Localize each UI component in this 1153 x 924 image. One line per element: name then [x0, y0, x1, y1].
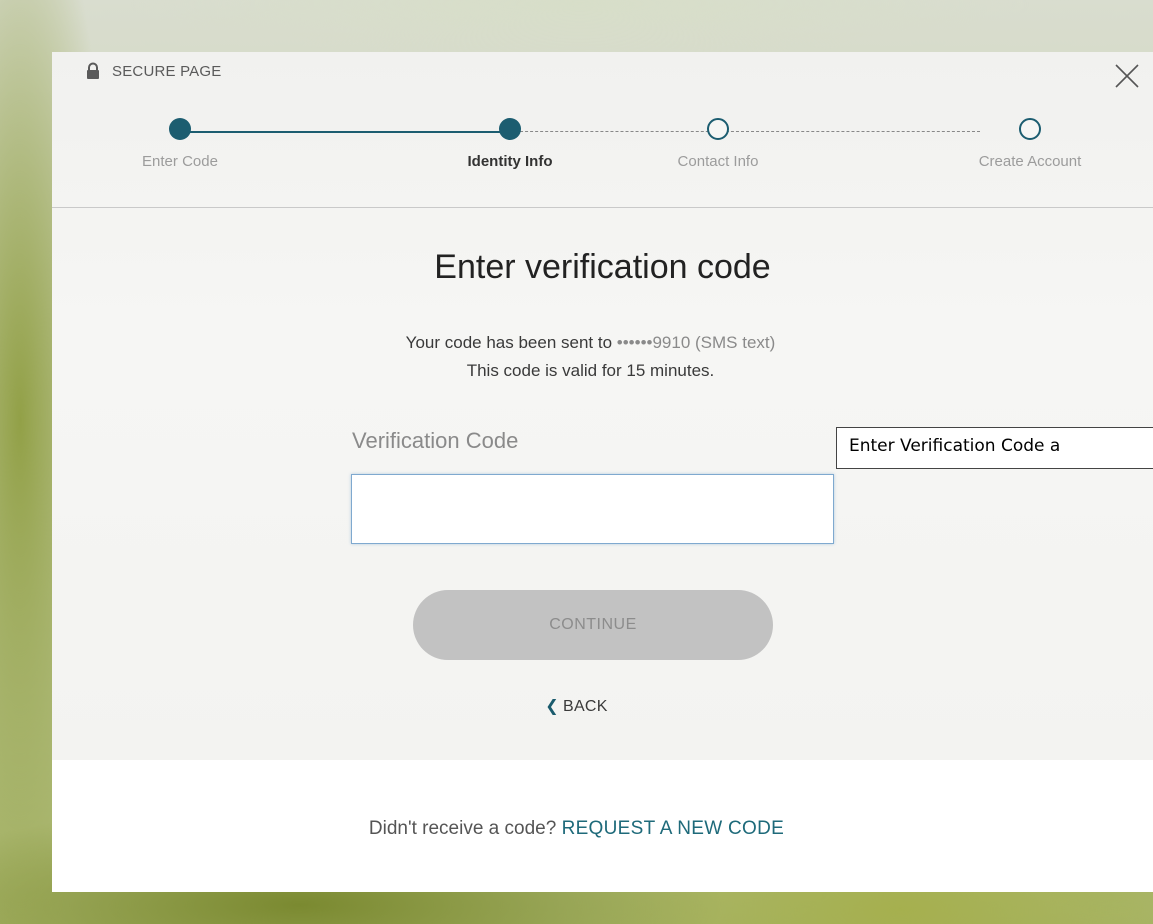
request-new-code-link[interactable]: REQUEST A NEW CODE: [562, 818, 785, 839]
verification-dialog: SECURE PAGE Enter Code Identity Info Con…: [52, 52, 1153, 892]
step-label: Enter Code: [142, 153, 218, 170]
secure-page-indicator: SECURE PAGE: [84, 62, 221, 80]
step-identity-info: Identity Info: [435, 118, 585, 170]
annotation-callout: Enter Verification Code a: [836, 427, 1153, 469]
secure-page-label: SECURE PAGE: [112, 62, 222, 80]
step-enter-code: Enter Code: [105, 118, 255, 170]
masked-phone-number: ••••••9910 (SMS text): [616, 333, 776, 352]
verification-code-label: Verification Code: [352, 428, 519, 453]
lock-icon: [84, 62, 102, 80]
stepper-divider: [52, 207, 1153, 208]
step-contact-info: Contact Info: [643, 118, 793, 170]
code-sent-message: Your code has been sent to ••••••9910 (S…: [40, 333, 1141, 353]
code-sent-prefix: Your code has been sent to: [405, 333, 617, 352]
step-create-account: Create Account: [930, 118, 1130, 170]
step-pending-dot: [707, 118, 729, 140]
back-link-label: BACK: [562, 698, 608, 715]
step-label: Create Account: [978, 153, 1082, 170]
resend-prompt: Didn't receive a code?: [368, 818, 562, 839]
close-button[interactable]: [1111, 60, 1143, 92]
step-current-dot: [499, 118, 521, 140]
step-pending-dot: [1019, 118, 1041, 140]
step-label: Contact Info: [677, 153, 759, 170]
dialog-header: SECURE PAGE: [52, 52, 1153, 100]
close-icon: [1115, 64, 1139, 88]
back-link[interactable]: ❮ BACK: [0, 696, 1153, 716]
step-complete-dot: [169, 118, 191, 140]
verification-code-input[interactable]: [351, 474, 834, 544]
resend-code-row: Didn't receive a code? REQUEST A NEW COD…: [0, 818, 1153, 840]
step-label: Identity Info: [467, 153, 553, 170]
continue-button[interactable]: CONTINUE: [413, 590, 773, 660]
page-title: Enter verification code: [434, 248, 771, 286]
chevron-left-icon: ❮: [545, 698, 559, 715]
code-validity-message: This code is valid for 15 minutes.: [466, 361, 715, 380]
